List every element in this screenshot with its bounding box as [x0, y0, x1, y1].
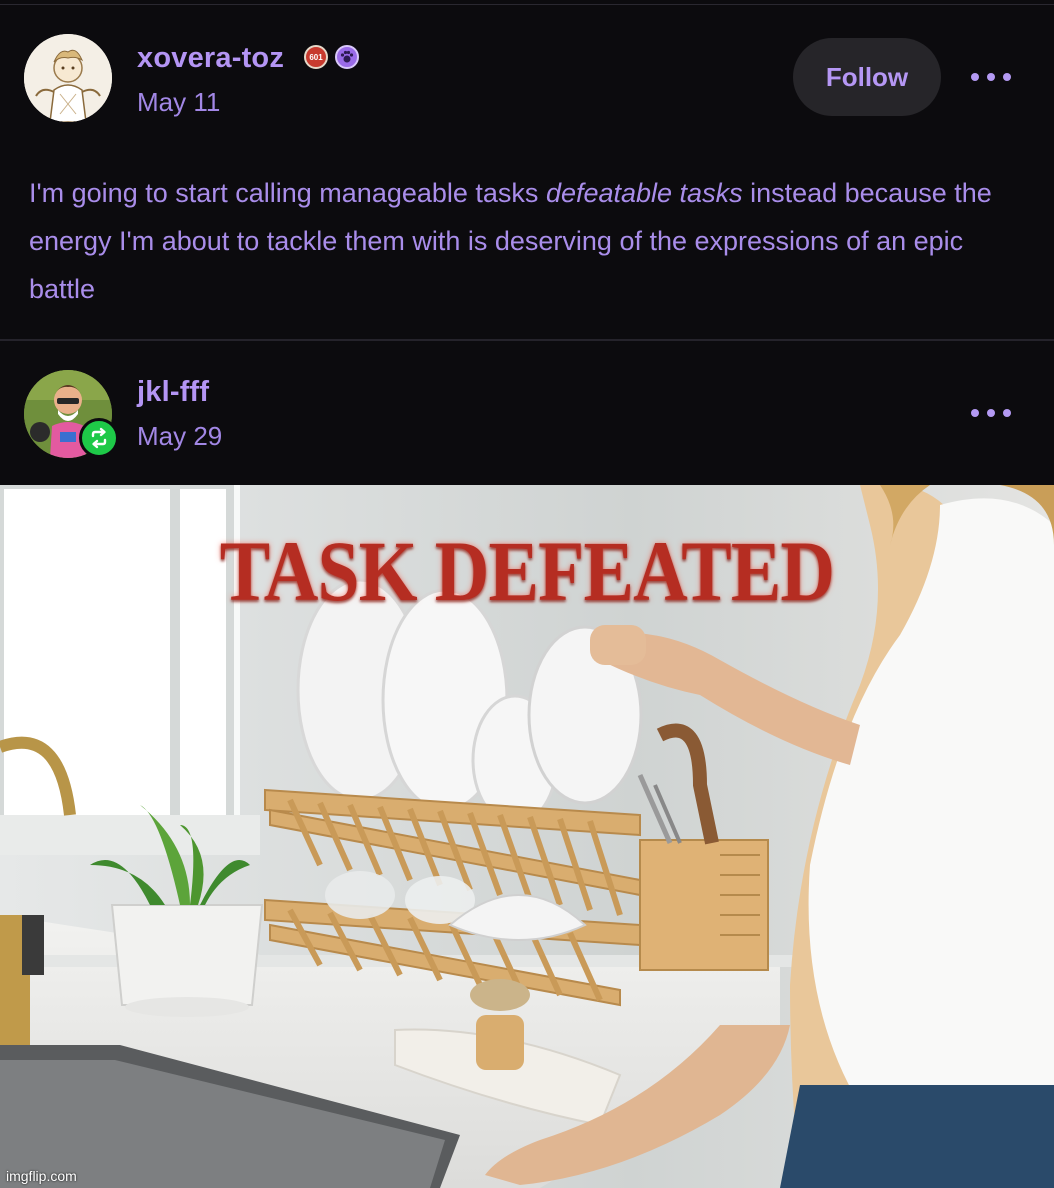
more-options-icon[interactable]: [971, 67, 1011, 87]
badge-label: 601: [309, 52, 323, 62]
post-original: xovera-toz 601 May 11 Follow I'm going t…: [0, 5, 1054, 339]
post-date[interactable]: May 11: [137, 87, 220, 118]
meme-caption: TASK DEFEATED: [219, 523, 835, 619]
post-body: I'm going to start calling manageable ta…: [29, 169, 1029, 313]
watermark: imgflip.com: [6, 1168, 77, 1184]
post-username[interactable]: jkl-fff: [137, 376, 209, 409]
community-badge-icon[interactable]: 601: [304, 45, 328, 69]
paw-badge-icon[interactable]: [335, 45, 359, 69]
avatar-xovera-toz[interactable]: [24, 34, 112, 122]
post-username[interactable]: xovera-toz: [137, 42, 284, 75]
post-image[interactable]: TASK DEFEATED imgflip.com: [0, 485, 1054, 1188]
post-reblog: jkl-fff May 29: [0, 341, 1054, 485]
body-text-start: I'm going to start calling manageable ta…: [29, 178, 546, 208]
more-options-icon[interactable]: [971, 403, 1011, 423]
reblog-icon: [79, 418, 119, 458]
post-date[interactable]: May 29: [137, 421, 222, 452]
follow-button[interactable]: Follow: [793, 38, 941, 116]
body-text-emphasis: defeatable tasks: [545, 178, 743, 208]
